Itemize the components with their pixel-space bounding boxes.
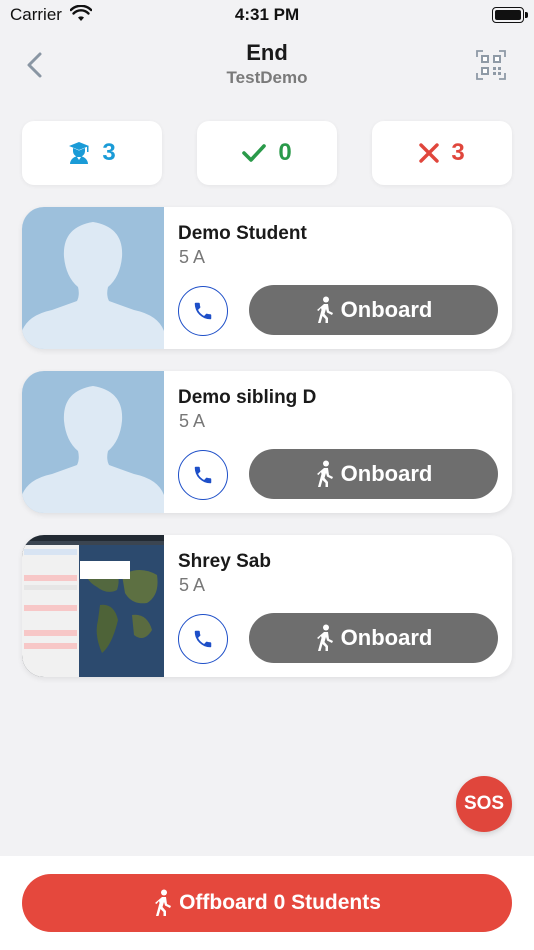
qr-code-icon — [476, 50, 506, 80]
status-bar: Carrier 4:31 PM — [0, 0, 534, 32]
student-photo — [22, 535, 164, 677]
stat-onboard-students[interactable]: 0 — [197, 121, 337, 185]
walking-person-icon — [316, 460, 333, 487]
student-photo — [22, 207, 164, 349]
student-name: Demo Student — [178, 223, 307, 244]
screenshot-thumbnail-image — [22, 535, 164, 677]
walking-person-icon — [316, 624, 333, 651]
phone-icon — [194, 302, 212, 320]
student-card: Shrey Sab 5 A Onboard — [22, 535, 512, 677]
check-icon — [242, 144, 267, 162]
graduate-icon — [69, 142, 90, 164]
onboard-label: Onboard — [340, 297, 433, 322]
nav-header: End TestDemo — [0, 36, 534, 96]
qr-scan-button[interactable] — [476, 50, 506, 80]
stat-absent-students[interactable]: 3 — [372, 121, 512, 185]
student-name: Demo sibling D — [178, 387, 317, 408]
student-class: 5 A — [179, 247, 206, 267]
student-photo — [22, 371, 164, 513]
stat-absent-value: 3 — [451, 139, 465, 166]
student-class: 5 A — [179, 575, 206, 595]
page-title: End — [246, 40, 288, 65]
onboard-button[interactable]: Onboard — [249, 285, 498, 335]
sos-button[interactable]: SOS — [456, 776, 512, 832]
stat-onboard-value: 0 — [278, 139, 292, 166]
phone-icon — [194, 630, 212, 648]
page-subtitle: TestDemo — [226, 68, 308, 87]
walking-person-icon — [155, 889, 172, 916]
clock: 4:31 PM — [234, 5, 300, 24]
onboard-button[interactable]: Onboard — [249, 449, 498, 499]
stat-total-value: 3 — [102, 139, 116, 166]
phone-icon — [194, 466, 212, 484]
stat-total-students[interactable]: 3 — [22, 121, 162, 185]
avatar-placeholder-icon — [22, 371, 164, 513]
student-class: 5 A — [179, 411, 206, 431]
offboard-label: Offboard 0 Students — [179, 891, 381, 914]
bottom-bar: Offboard 0 Students — [0, 856, 534, 950]
offboard-button[interactable]: Offboard 0 Students — [22, 874, 512, 932]
call-button[interactable] — [178, 614, 228, 664]
battery-icon — [492, 7, 528, 23]
student-card: Demo Student 5 A Onboard — [22, 207, 512, 349]
onboard-button[interactable]: Onboard — [249, 613, 498, 663]
student-card: Demo sibling D 5 A Onboard — [22, 371, 512, 513]
call-button[interactable] — [178, 450, 228, 500]
student-name: Shrey Sab — [178, 551, 271, 572]
avatar-placeholder-icon — [22, 207, 164, 349]
close-icon — [419, 143, 440, 163]
onboard-label: Onboard — [340, 625, 433, 650]
call-button[interactable] — [178, 286, 228, 336]
walking-person-icon — [316, 296, 333, 323]
onboard-label: Onboard — [340, 461, 433, 486]
